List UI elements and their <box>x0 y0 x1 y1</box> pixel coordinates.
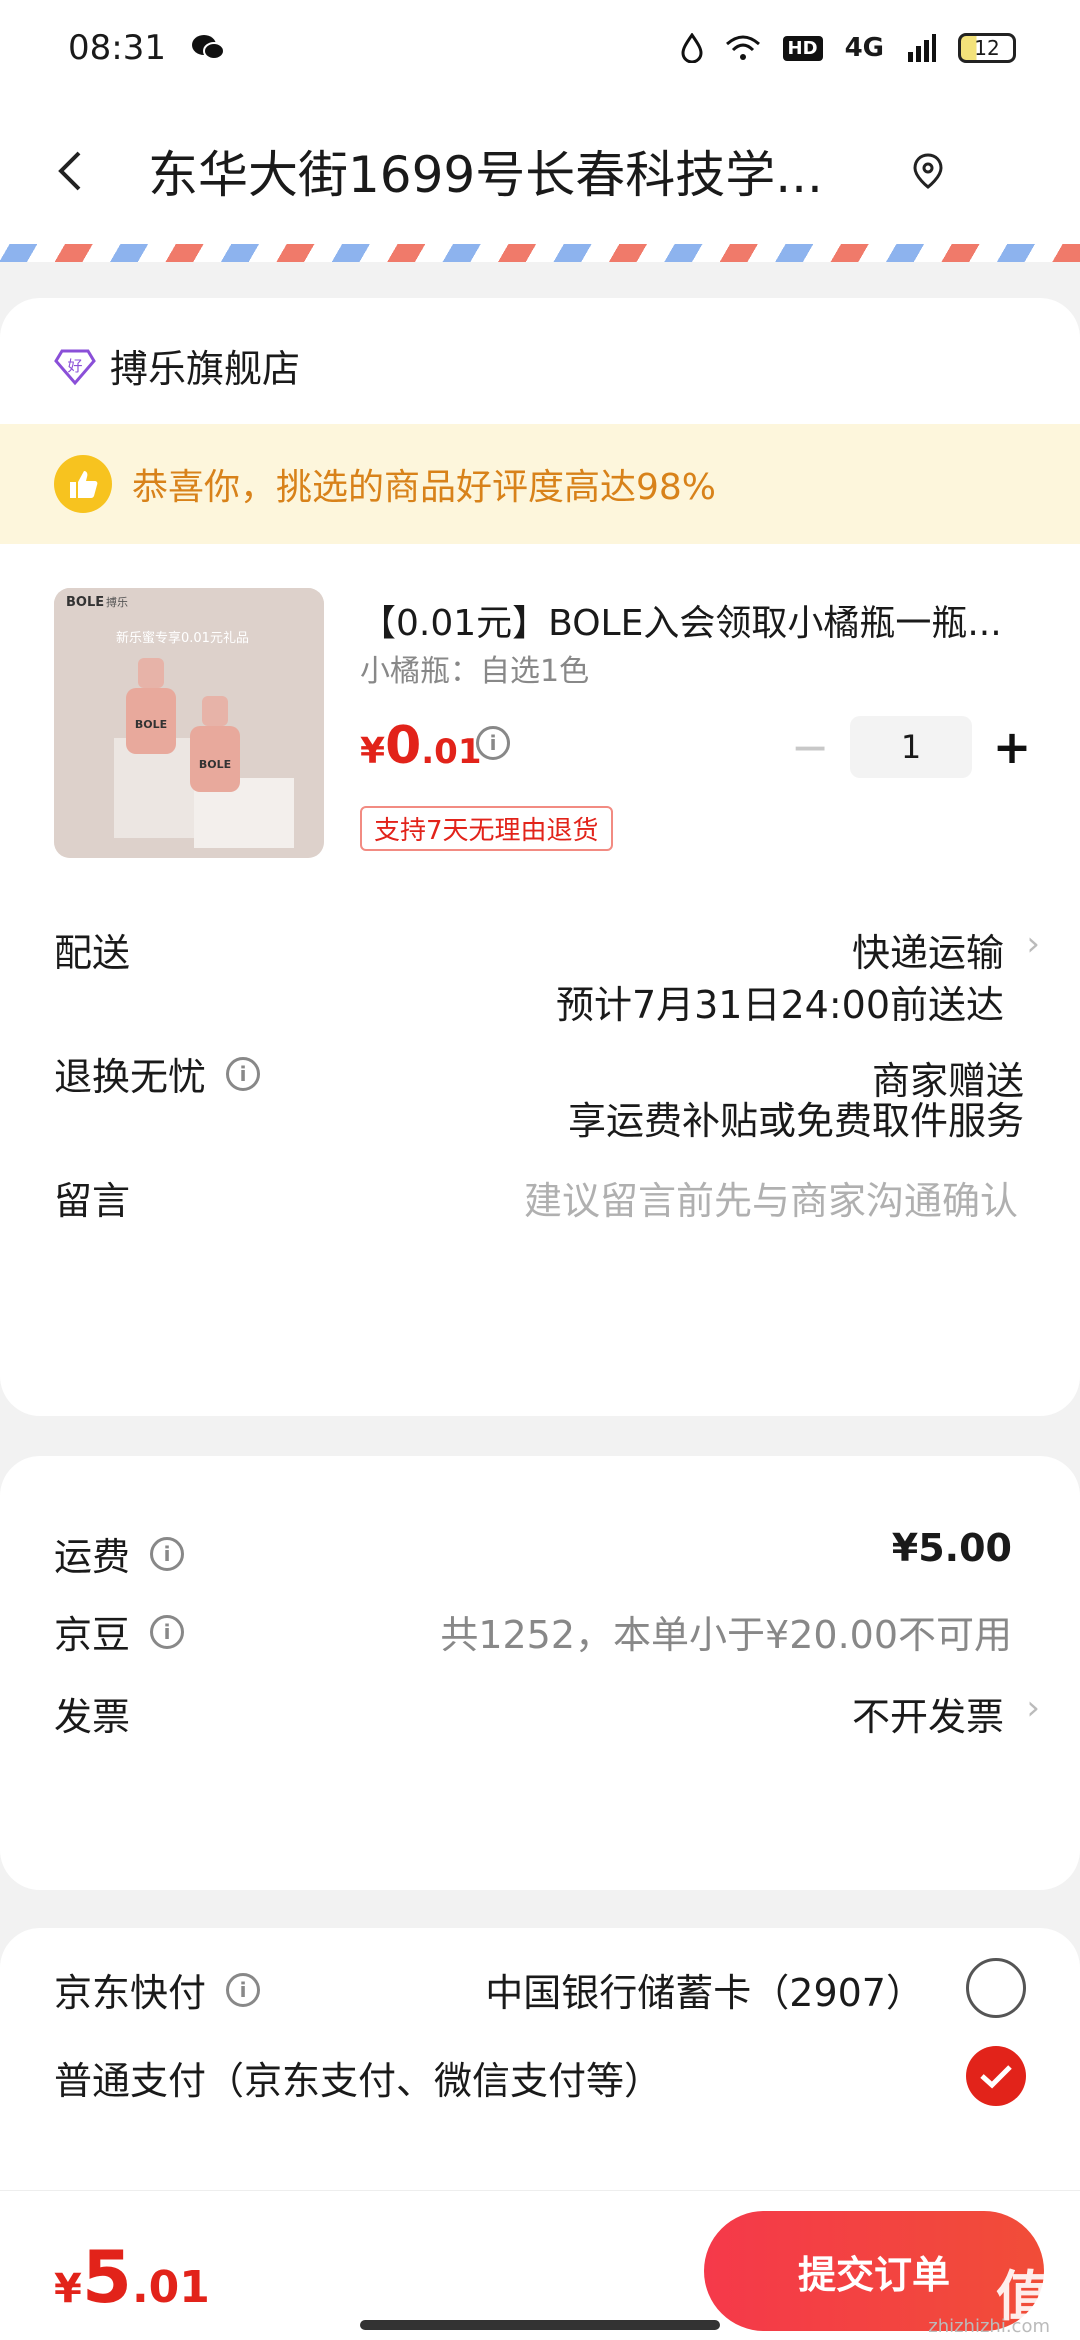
battery-icon: 12 <box>958 33 1016 63</box>
quantity-stepper: − 1 + <box>780 716 1042 778</box>
total-integer: 5 <box>81 2235 132 2319</box>
returns-info-icon[interactable]: i <box>226 1056 261 1091</box>
submit-order-button[interactable]: 提交订单 <box>704 2211 1044 2331</box>
checkmark-icon <box>980 2065 1012 2089</box>
payment-card: 京东快付 i 中国银行储蓄卡（2907） 普通支付（京东支付、微信支付等） <box>0 1928 1080 2228</box>
order-card: 好 搏乐旗舰店 恭喜你，挑选的商品好评度高达98% BOLE 搏乐 新乐蜜专享0… <box>0 298 1080 1416</box>
wifi-icon <box>725 35 760 60</box>
price-integer: 0 <box>385 716 422 776</box>
quickpay-label: 京东快付 <box>54 1971 207 2015</box>
beans-label: 京豆 <box>54 1613 131 1657</box>
product-spec[interactable]: 小橘瓶：自选1色 <box>360 646 589 690</box>
price-decimal: .01 <box>421 732 482 772</box>
return-policy-badge: 支持7天无理由退货 <box>360 806 613 851</box>
beans-info-icon[interactable]: i <box>150 1614 185 1649</box>
normal-pay-label[interactable]: 普通支付（京东支付、微信支付等） <box>54 2050 662 2105</box>
thumbs-up-icon <box>54 455 112 513</box>
normal-pay-radio[interactable] <box>966 2046 1026 2106</box>
watermark-url: zhizhizhi.com <box>928 2316 1050 2337</box>
total-decimal: .01 <box>131 2262 210 2313</box>
rating-banner-text: 恭喜你，挑选的商品好评度高达98% <box>132 467 717 508</box>
delivery-chevron-icon[interactable]: › <box>1026 924 1040 964</box>
quickpay-info-icon[interactable]: i <box>226 1972 261 2007</box>
beans-value: 共1252，本单小于¥20.00不可用 <box>440 1613 1012 1657</box>
store-name: 搏乐旗舰店 <box>110 347 301 391</box>
svg-text:BOLE: BOLE <box>66 595 104 610</box>
status-right: HD 4G 12 <box>681 33 1016 63</box>
total-currency: ¥ <box>54 2266 82 2312</box>
fees-card: 运费 i ¥5.00 京豆 i 共1252，本单小于¥20.00不可用 发票 不… <box>0 1456 1080 1890</box>
message-label: 留言 <box>54 1179 131 1223</box>
product-title[interactable]: 【0.01元】BOLE入会领取小橘瓶一瓶... <box>360 594 1026 646</box>
message-input[interactable]: 建议留言前先与商家沟通确认 <box>524 1170 1018 1225</box>
quantity-decrease-button[interactable]: − <box>780 717 840 777</box>
returns-label: 退换无忧 <box>54 1055 207 1099</box>
order-total: ¥5.01 <box>54 2235 210 2319</box>
status-bar: 08:31 HD 4G 12 <box>0 0 1080 96</box>
quantity-value[interactable]: 1 <box>850 716 972 778</box>
quantity-increase-button[interactable]: + <box>982 717 1042 777</box>
location-pin-icon[interactable] <box>908 151 948 191</box>
drop-icon <box>681 33 703 63</box>
wechat-icon <box>191 35 225 60</box>
delivery-eta: 预计7月31日24:00前送达 <box>555 983 1004 1027</box>
delivery-address[interactable]: 东华大街1699号长春科技学... <box>148 135 868 207</box>
checkout-bar: ¥5.01 提交订单 <box>0 2190 1080 2340</box>
rating-banner: 恭喜你，挑选的商品好评度高达98% <box>0 424 1080 544</box>
price-info-icon[interactable]: i <box>476 726 510 760</box>
svg-text:搏乐: 搏乐 <box>106 595 128 609</box>
envelope-stripe <box>0 244 1080 262</box>
signal-icon <box>908 34 936 62</box>
delivery-method[interactable]: 快递运输 <box>852 922 1004 977</box>
shipping-label: 运费 <box>54 1535 131 1579</box>
status-time: 08:31 <box>68 28 166 68</box>
invoice-label: 发票 <box>54 1695 131 1739</box>
returns-detail: 享运费补贴或免费取件服务 <box>567 1099 1024 1143</box>
store-header[interactable]: 好 搏乐旗舰店 <box>54 338 300 393</box>
network-label: 4G <box>844 33 884 63</box>
returns-row: 退换无忧 i <box>54 1046 261 1101</box>
product-price: ¥0.01 <box>360 716 481 776</box>
store-badge-icon: 好 <box>54 349 96 385</box>
svg-text:新乐蜜专享0.01元礼品: 新乐蜜专享0.01元礼品 <box>116 630 249 646</box>
back-icon[interactable] <box>40 141 100 201</box>
quickpay-radio[interactable] <box>966 1958 1026 2018</box>
invoice-chevron-icon[interactable]: › <box>1026 1688 1040 1728</box>
shipping-row: 运费 i <box>54 1526 185 1581</box>
svg-text:BOLE: BOLE <box>199 758 231 771</box>
address-header: 东华大街1699号长春科技学... <box>0 96 1080 246</box>
quickpay-card[interactable]: 中国银行储蓄卡（2907） <box>485 1962 924 2017</box>
beans-row: 京豆 i <box>54 1604 185 1659</box>
quickpay-row: 京东快付 i <box>54 1962 261 2017</box>
svg-text:BOLE: BOLE <box>135 718 167 731</box>
shipping-info-icon[interactable]: i <box>150 1536 185 1571</box>
hd-badge: HD <box>782 35 823 61</box>
shipping-value: ¥5.00 <box>891 1526 1012 1570</box>
invoice-value[interactable]: 不开发票 <box>852 1686 1004 1741</box>
price-currency: ¥ <box>360 731 386 772</box>
status-left: 08:31 <box>68 28 226 68</box>
product-image[interactable]: BOLE 搏乐 新乐蜜专享0.01元礼品 BOLE BOLE <box>54 588 324 858</box>
svg-text:好: 好 <box>67 357 82 375</box>
delivery-label: 配送 <box>54 931 131 975</box>
home-indicator[interactable] <box>360 2320 720 2330</box>
